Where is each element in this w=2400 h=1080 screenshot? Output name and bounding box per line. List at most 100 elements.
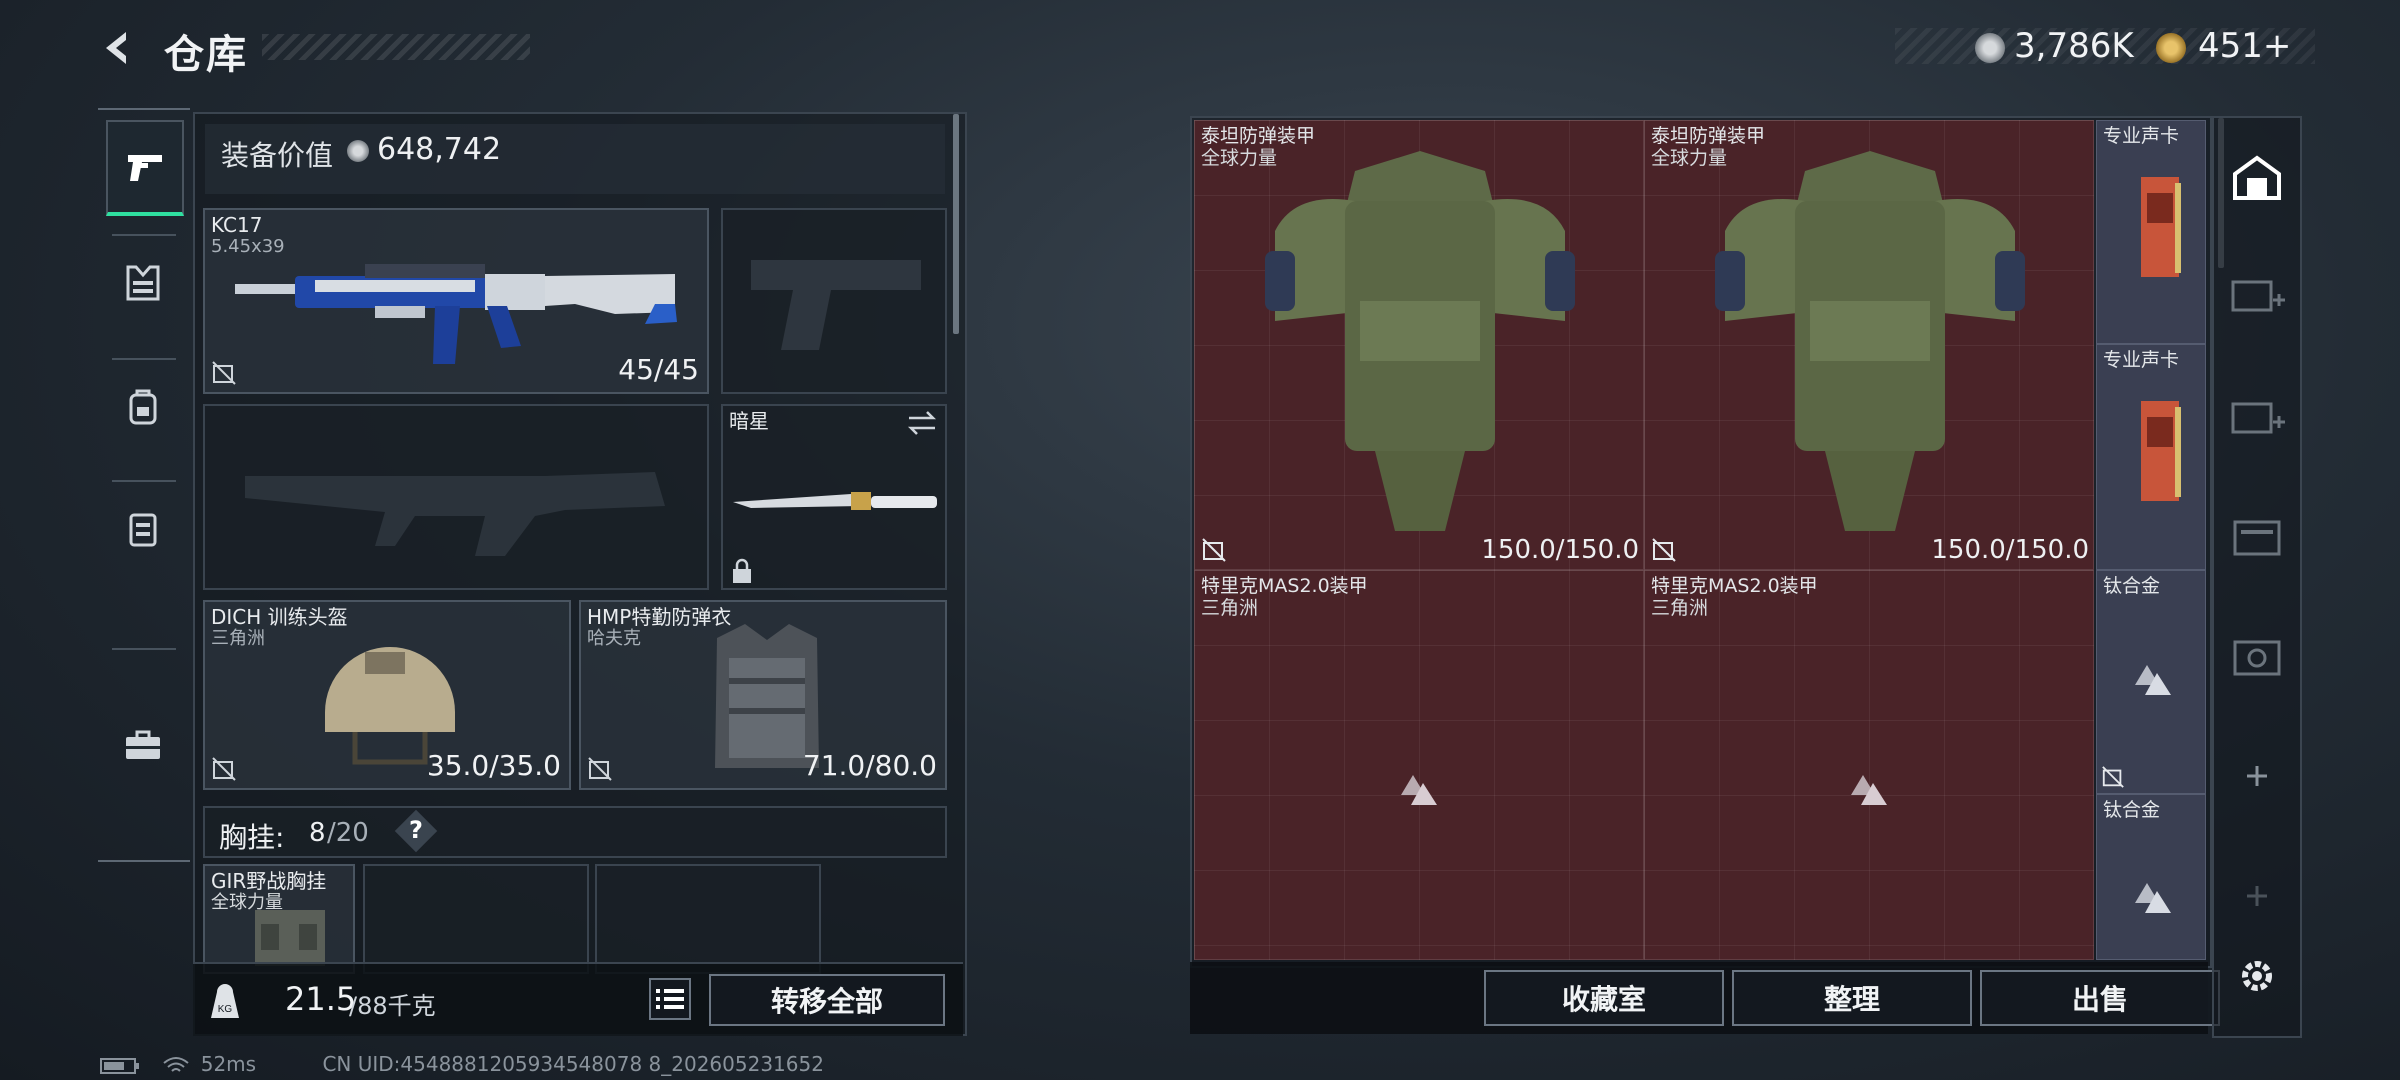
lock-icon	[733, 558, 751, 583]
battery-icon	[100, 1057, 139, 1074]
sound-card-image	[2141, 177, 2181, 277]
stash-item-titanium-1[interactable]: 钛合金	[2096, 570, 2206, 794]
collection-room-button[interactable]: 收藏室	[1484, 970, 1724, 1026]
wifi-icon	[163, 1056, 189, 1072]
item-name: 钛合金	[2103, 799, 2161, 821]
item-faction: 三角洲	[1201, 597, 1259, 619]
value-coin-icon	[347, 140, 369, 162]
no-insurance-icon	[1202, 538, 1226, 562]
value-label: 装备价值	[221, 139, 334, 172]
primary-weapon-name: KC17	[211, 213, 263, 237]
gold-coin-icon	[2156, 33, 2186, 63]
no-insurance-icon	[212, 361, 236, 385]
stash-panel: 泰坦防弹装甲 全球力量 150.0/150.0 泰坦防弹装甲 全球力量 150.…	[1190, 116, 2224, 968]
rig-empty-slot-2[interactable]	[595, 864, 821, 974]
rig-empty-slot-1[interactable]	[363, 864, 589, 974]
gear-icon	[2242, 961, 2272, 991]
sound-card-image	[2141, 401, 2181, 501]
no-insurance-icon	[588, 757, 612, 781]
loading-triangle-icon	[2135, 883, 2171, 913]
helmet-faction: 三角洲	[211, 628, 265, 649]
stash-item-titan-armor-1[interactable]: 泰坦防弹装甲 全球力量 150.0/150.0	[1194, 120, 1644, 570]
tab-expansion-4[interactable]	[2224, 618, 2290, 694]
title-decoration	[262, 34, 530, 60]
tab-main-storage[interactable]	[2224, 140, 2290, 216]
helmet-slot[interactable]: DICH 训练头盔 三角洲 35.0/35.0	[203, 600, 571, 790]
stash-item-sound-card-2[interactable]: 专业声卡	[2096, 344, 2206, 570]
pistol-icon	[128, 155, 162, 181]
stash-item-sound-card-1[interactable]: 专业声卡	[2096, 120, 2206, 344]
category-nav	[98, 108, 190, 862]
weight-max: /88千克	[349, 992, 436, 1020]
transfer-all-button[interactable]: 转移全部	[709, 974, 945, 1026]
stash-item-mas-armor-1[interactable]: 特里克MAS2.0装甲 三角洲	[1194, 570, 1644, 960]
plus-icon	[2247, 886, 2267, 906]
list-icon	[656, 989, 684, 1009]
case-icon	[2233, 520, 2281, 556]
chest-rig-icon	[129, 513, 157, 547]
rig-used: 8	[309, 818, 326, 848]
tab-expansion-3[interactable]	[2224, 498, 2290, 574]
heavy-armor-image	[1715, 151, 2025, 531]
nav-armor[interactable]	[106, 238, 180, 328]
melee-slot[interactable]: 暗星	[721, 404, 947, 590]
rig-label: 胸挂:	[219, 821, 285, 854]
assault-rifle-image	[235, 264, 677, 364]
heavy-armor-image	[1265, 151, 1575, 531]
chest-rig-image	[255, 910, 325, 966]
secondary-weapon-slot-empty[interactable]	[203, 404, 709, 590]
stash-item-mas-armor-2[interactable]: 特里克MAS2.0装甲 三角洲	[1644, 570, 2094, 960]
add-storage-button-1[interactable]	[2224, 738, 2290, 814]
stash-footer: 收藏室 整理 出售	[1190, 962, 2220, 1034]
loadout-scrollbar[interactable]	[953, 114, 959, 334]
rig-item-slot[interactable]: GIR野战胸挂 全球力量	[203, 864, 355, 974]
item-durability: 150.0/150.0	[1481, 535, 1639, 565]
loading-triangle-icon	[1401, 775, 1437, 805]
loadout-footer: KG 21.5 /88千克 转移全部	[193, 962, 963, 1036]
uid: CN UID:4548881205934548078 8_20260523165…	[322, 1052, 824, 1076]
sort-button[interactable]: 整理	[1732, 970, 1972, 1026]
briefcase-icon	[126, 730, 160, 759]
nav-weapons[interactable]	[106, 120, 184, 216]
body-armor-slot[interactable]: HMP特勤防弹衣 哈夫克 71.0/80.0	[579, 600, 947, 790]
no-insurance-icon	[1652, 538, 1676, 562]
vest-icon	[126, 265, 160, 301]
melee-name: 暗星	[729, 409, 769, 433]
stash-item-titan-armor-2[interactable]: 泰坦防弹装甲 全球力量 150.0/150.0	[1644, 120, 2094, 570]
silver-coin-icon	[1975, 33, 2005, 63]
tab-expansion-1[interactable]	[2224, 256, 2290, 332]
add-storage-button-2[interactable]	[2224, 858, 2290, 934]
nav-rig[interactable]	[106, 484, 180, 574]
help-icon: ?	[409, 816, 423, 844]
nav-backpack[interactable]	[106, 362, 180, 452]
rifle-silhouette-icon	[245, 472, 665, 556]
ping: 52ms	[200, 1052, 257, 1076]
settings-button[interactable]	[2224, 938, 2290, 1014]
tab-expansion-2[interactable]	[2224, 378, 2290, 454]
stash-item-titanium-2[interactable]: 钛合金	[2096, 794, 2206, 960]
loadout-value: 648,742	[377, 132, 502, 167]
back-arrow-icon[interactable]	[96, 26, 140, 70]
item-name: 特里克MAS2.0装甲	[1651, 575, 1818, 597]
no-insurance-icon	[212, 757, 236, 781]
nav-case[interactable]	[106, 700, 180, 790]
item-name: 专业声卡	[2103, 125, 2180, 147]
item-name: 特里克MAS2.0装甲	[1201, 575, 1368, 597]
loading-triangle-icon	[2135, 665, 2171, 695]
warehouse-icon	[2233, 155, 2281, 200]
plus-icon	[2247, 766, 2267, 786]
no-insurance-icon	[2102, 766, 2124, 788]
item-faction: 三角洲	[1651, 597, 1709, 619]
silver-currency: 3,786K	[2014, 26, 2134, 66]
list-view-button[interactable]	[649, 978, 691, 1020]
sidearm-slot-empty[interactable]	[721, 208, 947, 394]
svg-text:KG: KG	[218, 1004, 233, 1015]
add-case-icon	[2231, 280, 2285, 312]
sell-button[interactable]: 出售	[1980, 970, 2220, 1026]
rig-total: /20	[327, 818, 369, 848]
helmet-durability: 35.0/35.0	[426, 749, 561, 782]
item-durability: 150.0/150.0	[1931, 535, 2089, 565]
primary-weapon-slot[interactable]: KC17 5.45x39 45/45	[203, 208, 709, 394]
swap-icon	[907, 411, 937, 435]
weight-icon: KG	[211, 984, 239, 1018]
